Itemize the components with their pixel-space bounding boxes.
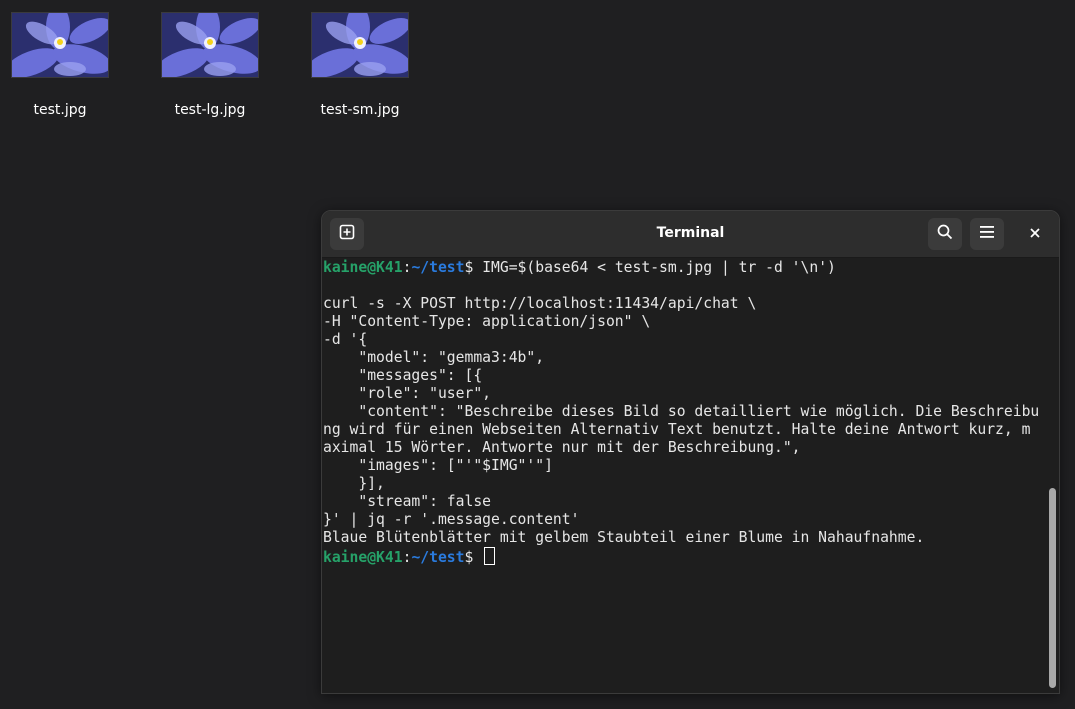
output-line: "role": "user", — [323, 385, 492, 402]
search-icon — [937, 224, 953, 245]
image-thumbnail — [11, 12, 109, 78]
output-line: ng wird für einen Webseiten Alternativ T… — [323, 421, 1031, 438]
output-line: -d '{ — [323, 331, 368, 348]
command-text: IMG=$(base64 < test-sm.jpg | tr -d '\n') — [482, 259, 836, 276]
file-name-label: test.jpg — [33, 102, 87, 118]
file-name-label: test-sm.jpg — [320, 102, 400, 118]
output-line: "model": "gemma3:4b", — [323, 349, 545, 366]
file-icon-test-sm-jpg[interactable]: test-sm.jpg — [300, 12, 420, 118]
terminal-window[interactable]: Terminal kaine@K41:~/test$ IMG=$(base64 … — [321, 210, 1060, 694]
prompt-line: kaine@K41:~/test$ — [323, 547, 1044, 566]
text-cursor — [484, 547, 496, 565]
prompt-symbol: $ — [464, 549, 483, 566]
output-line: "content": "Beschreibe dieses Bild so de… — [323, 403, 1040, 420]
scrollbar-thumb[interactable] — [1049, 488, 1056, 688]
output-line: }' | jq -r '.message.content' — [323, 511, 580, 528]
hamburger-menu-icon — [979, 225, 995, 244]
output-line: -H "Content-Type: application/json" \ — [323, 313, 651, 330]
image-thumbnail — [161, 12, 259, 78]
search-button[interactable] — [928, 218, 962, 250]
file-name-label: test-lg.jpg — [174, 102, 246, 118]
prompt-path: ~/test — [411, 549, 465, 566]
command-line: kaine@K41:~/test$ IMG=$(base64 < test-sm… — [323, 259, 1044, 277]
image-thumbnail — [311, 12, 409, 78]
terminal-output[interactable]: kaine@K41:~/test$ IMG=$(base64 < test-sm… — [322, 258, 1044, 693]
output-line: Blaue Blütenblätter mit gelbem Staubteil… — [323, 529, 925, 546]
close-icon — [1030, 225, 1040, 243]
output-line: aximal 15 Wörter. Antworte nur mit der B… — [323, 439, 801, 456]
prompt-user: kaine@K41 — [323, 549, 403, 566]
output-line: "stream": false — [323, 493, 492, 510]
prompt-symbol: $ — [464, 259, 483, 276]
output-line: "messages": [{ — [323, 367, 483, 384]
prompt-path: ~/test — [411, 259, 465, 276]
prompt-user: kaine@K41 — [323, 259, 403, 276]
menu-button[interactable] — [970, 218, 1004, 250]
file-icon-test-lg-jpg[interactable]: test-lg.jpg — [150, 12, 270, 118]
close-button[interactable] — [1021, 218, 1049, 250]
file-icon-test-jpg[interactable]: test.jpg — [0, 12, 120, 118]
output-line: "images": ["'"$IMG"'"] — [323, 457, 553, 474]
output-line: curl -s -X POST http://localhost:11434/a… — [323, 295, 757, 312]
terminal-titlebar[interactable]: Terminal — [322, 211, 1059, 258]
desktop: test.jpg test-lg.jpg test-sm.jpg Termina… — [0, 0, 1075, 709]
output-line: }], — [323, 475, 385, 492]
